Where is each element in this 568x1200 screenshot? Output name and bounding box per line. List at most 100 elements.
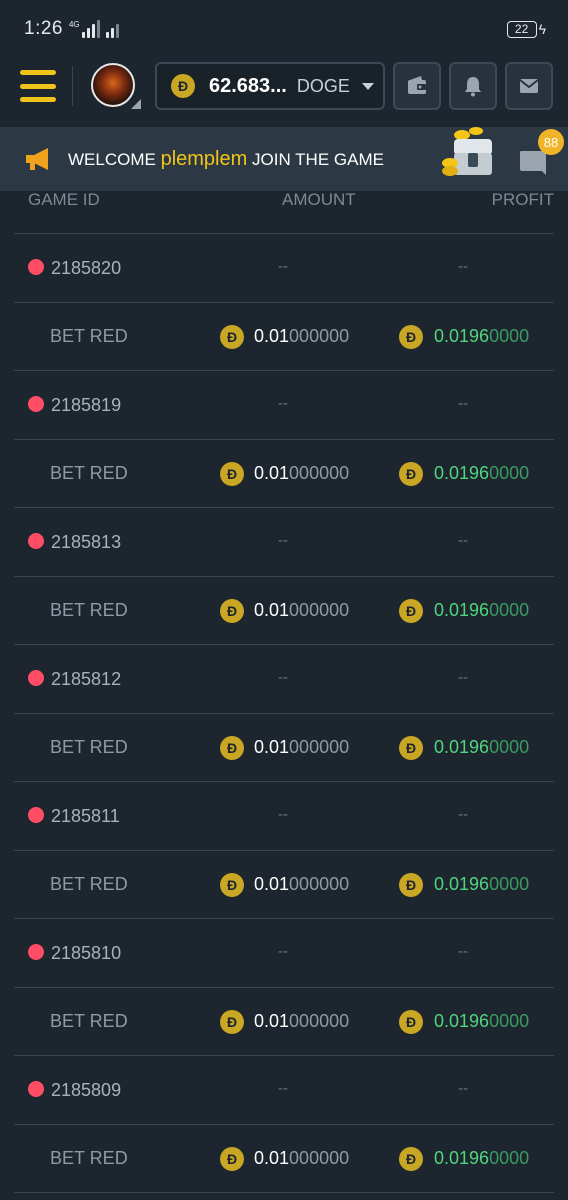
bet-amount: 0.01000000 [254,600,350,620]
charging-icon: ϟ [538,21,546,37]
notifications-button[interactable] [449,62,497,110]
game-id: 2185809 [51,1080,122,1100]
balance-selector[interactable]: Ð 62.683... DOGE [155,62,385,110]
table-header: GAME ID AMOUNT PROFIT [14,184,554,234]
amount-placeholder: -- [278,395,288,412]
avatar-button[interactable] [91,63,141,109]
doge-coin-icon: Ð [220,325,244,349]
profit-placeholder: -- [458,532,468,549]
bet-profit: 0.01960000 [434,737,530,757]
bet-label: BET RED [50,874,128,894]
join-game-label: JOIN THE GAME [252,149,384,169]
doge-coin-icon: Ð [171,74,195,98]
bet-profit: 0.01960000 [434,326,530,346]
doge-coin-icon: Ð [399,599,423,623]
column-game-id: GAME ID [28,190,100,209]
red-dot-icon [28,807,44,823]
doge-coin-icon: Ð [220,1010,244,1034]
doge-coin-icon: Ð [399,736,423,760]
doge-coin-icon: Ð [220,1147,244,1171]
nav-divider [72,66,73,106]
bet-profit: 0.01960000 [434,874,530,894]
welcome-username: plemplem [160,147,248,170]
treasure-chest-icon[interactable] [440,123,506,183]
status-time: 1:26 [24,18,63,39]
doge-coin-icon: Ð [399,1147,423,1171]
game-row[interactable]: 2185809 -- -- [14,1056,554,1125]
balance-currency: DOGE [296,75,350,96]
bet-label: BET RED [50,463,128,483]
wallet-button[interactable] [393,62,441,110]
bet-row: BET RED Ð 0.01000000 Ð 0.01960000 [14,303,554,371]
bet-row: BET RED Ð 0.01000000 Ð 0.01960000 [14,988,554,1056]
wallet-icon [408,76,426,94]
doge-coin-icon: Ð [220,736,244,760]
bet-profit: 0.01960000 [434,1148,530,1168]
red-dot-icon [28,259,44,275]
balance-amount: 62.683... [209,74,287,97]
doge-coin-icon: Ð [399,873,423,897]
messages-button[interactable] [505,62,553,110]
red-dot-icon [28,396,44,412]
game-row[interactable]: 2185811 -- -- [14,782,554,851]
game-row[interactable]: 2185819 -- -- [14,371,554,440]
amount-placeholder: -- [278,532,288,549]
game-row[interactable]: 2185820 -- -- [14,234,554,303]
mail-icon [519,79,539,93]
bet-label: BET RED [50,737,128,757]
bet-label: BET RED [50,326,128,346]
column-profit: PROFIT [491,190,554,209]
profit-placeholder: -- [458,258,468,275]
profit-placeholder: -- [458,943,468,960]
profit-placeholder: -- [458,669,468,686]
welcome-label: WELCOME [68,149,156,169]
bet-amount: 0.01000000 [254,737,350,757]
game-id: 2185813 [51,532,122,552]
game-row[interactable]: 2185812 -- -- [14,645,554,714]
bell-icon [465,77,481,97]
game-id: 2185820 [51,258,122,278]
bet-profit: 0.01960000 [434,600,530,620]
bet-label: BET RED [50,600,128,620]
bet-row: BET RED Ð 0.01000000 Ð 0.01960000 [14,851,554,919]
red-dot-icon [28,670,44,686]
welcome-text: WELCOME plemplem JOIN THE GAME [68,148,384,171]
game-row[interactable]: 2185813 -- -- [14,508,554,577]
game-id: 2185811 [51,806,120,826]
bet-row: BET RED Ð 0.01000000 Ð 0.01960000 [14,577,554,645]
status-bar: 1:26 4G 22 ϟ [0,0,568,58]
menu-button[interactable] [20,70,56,102]
megaphone-icon [26,148,48,170]
amount-placeholder: -- [278,258,288,275]
avatar [91,63,135,107]
doge-coin-icon: Ð [220,873,244,897]
chevron-down-icon [361,82,374,90]
bet-label: BET RED [50,1011,128,1031]
game-id: 2185812 [51,669,122,689]
signal-icon: 4G [69,20,119,38]
battery-icon: 22 [506,20,537,38]
amount-placeholder: -- [278,669,288,686]
amount-placeholder: -- [278,1080,288,1097]
bet-row: BET RED Ð 0.01000000 Ð 0.01960000 [14,1125,554,1193]
bet-amount: 0.01000000 [254,326,350,346]
profit-placeholder: -- [458,806,468,823]
doge-coin-icon: Ð [399,1010,423,1034]
bet-row: BET RED Ð 0.01000000 Ð 0.01960000 [14,440,554,508]
bet-amount: 0.01000000 [254,874,350,894]
amount-placeholder: -- [278,806,288,823]
game-row[interactable]: 2185810 -- -- [14,919,554,988]
profit-placeholder: -- [458,1080,468,1097]
bet-profit: 0.01960000 [434,463,530,483]
top-nav: Ð 62.683... DOGE [0,58,568,114]
game-id: 2185810 [51,943,122,963]
column-amount: AMOUNT [282,190,356,209]
battery-level: 22 [514,22,529,36]
bet-profit: 0.01960000 [434,1011,530,1031]
bet-amount: 0.01000000 [254,1011,350,1031]
bet-row: BET RED Ð 0.01000000 Ð 0.01960000 [14,714,554,782]
red-dot-icon [28,533,44,549]
game-id: 2185819 [51,395,122,415]
amount-placeholder: -- [278,943,288,960]
avatar-caret-icon [131,99,141,109]
